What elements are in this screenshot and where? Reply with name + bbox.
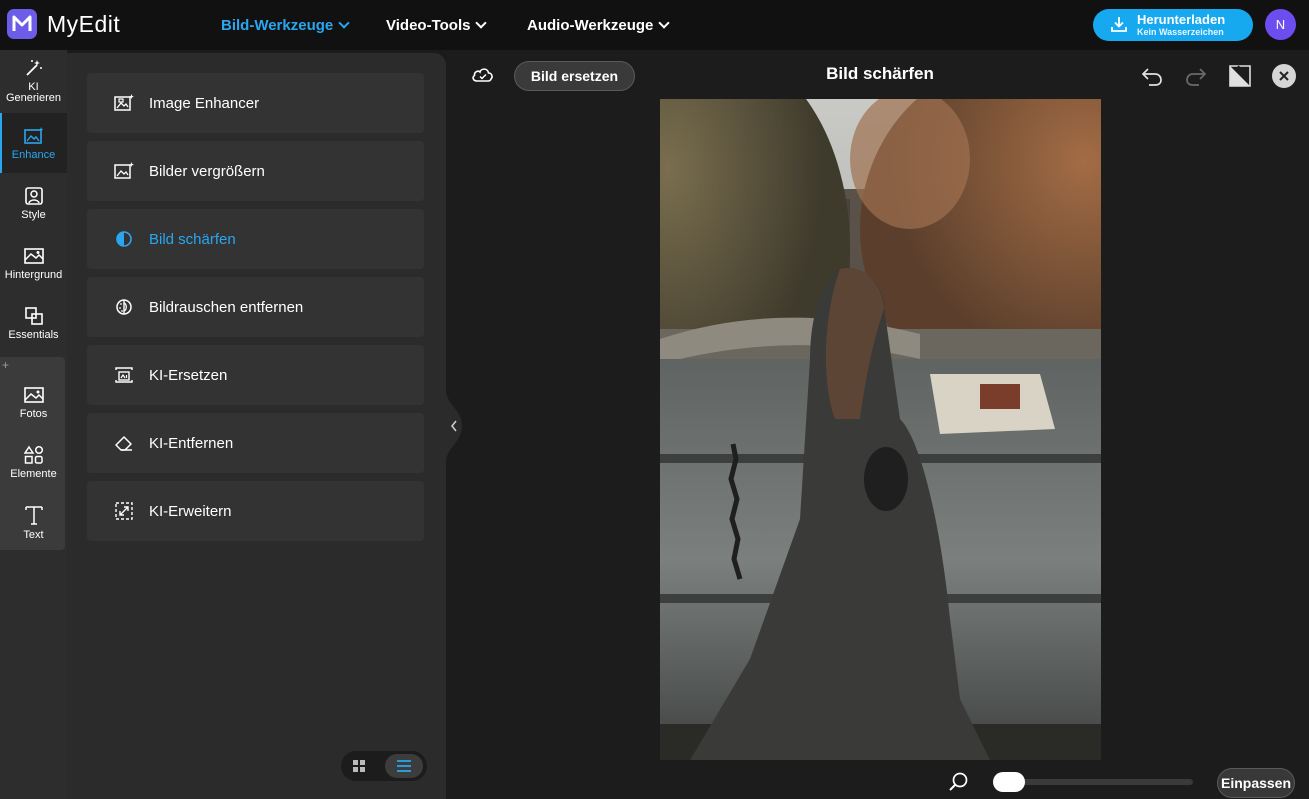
tool-ki-ersetzen[interactable]: KI-Ersetzen	[87, 345, 424, 405]
replace-image-button[interactable]: Bild ersetzen	[514, 61, 635, 91]
rail-item-ki-generieren[interactable]: KI Generieren	[0, 58, 67, 118]
list-view-icon	[397, 760, 411, 772]
download-label: Herunterladen	[1137, 12, 1226, 27]
tool-label: Bildrauschen entfernen	[149, 298, 304, 316]
left-rail: KI Generieren Enhance Style Hintergrund …	[0, 50, 67, 799]
avatar[interactable]: N	[1265, 9, 1296, 40]
download-button[interactable]: Herunterladen Kein Wasserzeichen	[1093, 9, 1253, 41]
rail-item-style[interactable]: Style	[0, 173, 67, 233]
tool-label: KI-Ersetzen	[149, 366, 228, 384]
download-sublabel: Kein Wasserzeichen	[1137, 27, 1224, 37]
tool-image-enhancer[interactable]: Image Enhancer	[87, 73, 424, 133]
rail-label: Enhance	[11, 149, 56, 161]
grid-view-icon[interactable]	[352, 759, 366, 773]
background-icon	[23, 248, 44, 264]
app-name: MyEdit	[47, 10, 121, 37]
nav-label: Video-Tools	[386, 16, 471, 34]
app-logo[interactable]: MyEdit	[7, 9, 120, 39]
rail-item-elemente[interactable]: Elemente	[0, 432, 67, 492]
rail-item-enhance[interactable]: Enhance	[0, 113, 67, 173]
rail-item-fotos[interactable]: Fotos	[0, 372, 67, 432]
rail-label: Style	[21, 209, 46, 221]
nav-audio-werkzeuge[interactable]: Audio-Werkzeuge	[527, 0, 671, 50]
view-toggle	[341, 751, 427, 781]
photo-icon	[23, 387, 44, 403]
tool-ki-entfernen[interactable]: KI-Entfernen	[87, 413, 424, 473]
enhance-icon	[23, 127, 43, 144]
rail-item-hintergrund[interactable]: Hintergrund	[0, 233, 67, 293]
zoom-slider-thumb[interactable]	[993, 772, 1025, 792]
rail-label: Hintergrund	[4, 269, 63, 281]
logo-mark-icon	[7, 9, 37, 39]
tool-label: KI-Entfernen	[149, 434, 234, 452]
chevron-down-icon	[338, 17, 350, 29]
add-icon[interactable]: +	[2, 358, 9, 372]
top-bar: MyEdit Bild-Werkzeuge Video-Tools Audio-…	[0, 0, 1309, 50]
redo-icon[interactable]	[1184, 64, 1208, 88]
ai-replace-icon	[115, 367, 133, 383]
tool-label: Bilder vergrößern	[149, 162, 265, 180]
tool-bild-schaerfen[interactable]: Bild schärfen	[87, 209, 424, 269]
rail-item-text[interactable]: Text	[0, 492, 67, 552]
rail-label: Fotos	[19, 408, 48, 420]
text-icon	[24, 506, 43, 525]
close-icon	[1279, 71, 1289, 81]
undo-icon[interactable]	[1140, 64, 1164, 88]
collapse-panel-handle[interactable]	[446, 390, 462, 462]
page-title: Bild schärfen	[826, 64, 934, 83]
magic-wand-icon	[25, 60, 42, 76]
rail-item-essentials[interactable]: Essentials	[0, 293, 67, 353]
essentials-icon	[24, 307, 43, 325]
tool-ki-erweitern[interactable]: KI-Erweitern	[87, 481, 424, 541]
compare-icon[interactable]	[1228, 64, 1252, 88]
style-icon	[24, 187, 43, 205]
zoom-icon[interactable]	[948, 771, 970, 793]
close-button[interactable]	[1272, 64, 1296, 88]
zoom-slider-track[interactable]	[1008, 779, 1193, 785]
tool-label: Bild schärfen	[149, 230, 236, 248]
rail-label: Text	[23, 529, 44, 541]
fit-button[interactable]: Einpassen	[1217, 768, 1295, 798]
expand-icon	[115, 502, 133, 520]
nav-bild-werkzeuge[interactable]: Bild-Werkzeuge	[221, 0, 350, 50]
sharpen-icon	[116, 231, 132, 247]
photo-canvas	[660, 99, 1101, 760]
eraser-icon	[115, 436, 132, 451]
rail-label: Generieren	[5, 92, 62, 104]
cloud-save-icon[interactable]	[471, 65, 495, 85]
tool-bilder-vergroessern[interactable]: Bilder vergrößern	[87, 141, 424, 201]
tool-panel: Image Enhancer Bilder vergrößern Bild sc…	[67, 53, 446, 799]
tool-label: KI-Erweitern	[149, 502, 232, 520]
chevron-down-icon	[475, 17, 488, 29]
image-enhancer-icon	[114, 94, 134, 111]
shapes-icon	[23, 445, 43, 464]
download-icon	[1111, 17, 1127, 32]
nav-label: Bild-Werkzeuge	[221, 16, 334, 34]
chevron-down-icon	[658, 17, 671, 29]
image-upscale-icon	[114, 162, 134, 179]
nav-label: Audio-Werkzeuge	[527, 16, 654, 34]
nav-video-tools[interactable]: Video-Tools	[386, 0, 488, 50]
edited-photo[interactable]	[660, 99, 1101, 760]
denoise-icon	[116, 299, 132, 315]
rail-label: Essentials	[8, 329, 59, 341]
tool-label: Image Enhancer	[149, 94, 260, 112]
rail-label: Elemente	[10, 468, 57, 480]
list-view-button[interactable]	[385, 754, 423, 778]
tool-bildrauschen-entfernen[interactable]: Bildrauschen entfernen	[87, 277, 424, 337]
